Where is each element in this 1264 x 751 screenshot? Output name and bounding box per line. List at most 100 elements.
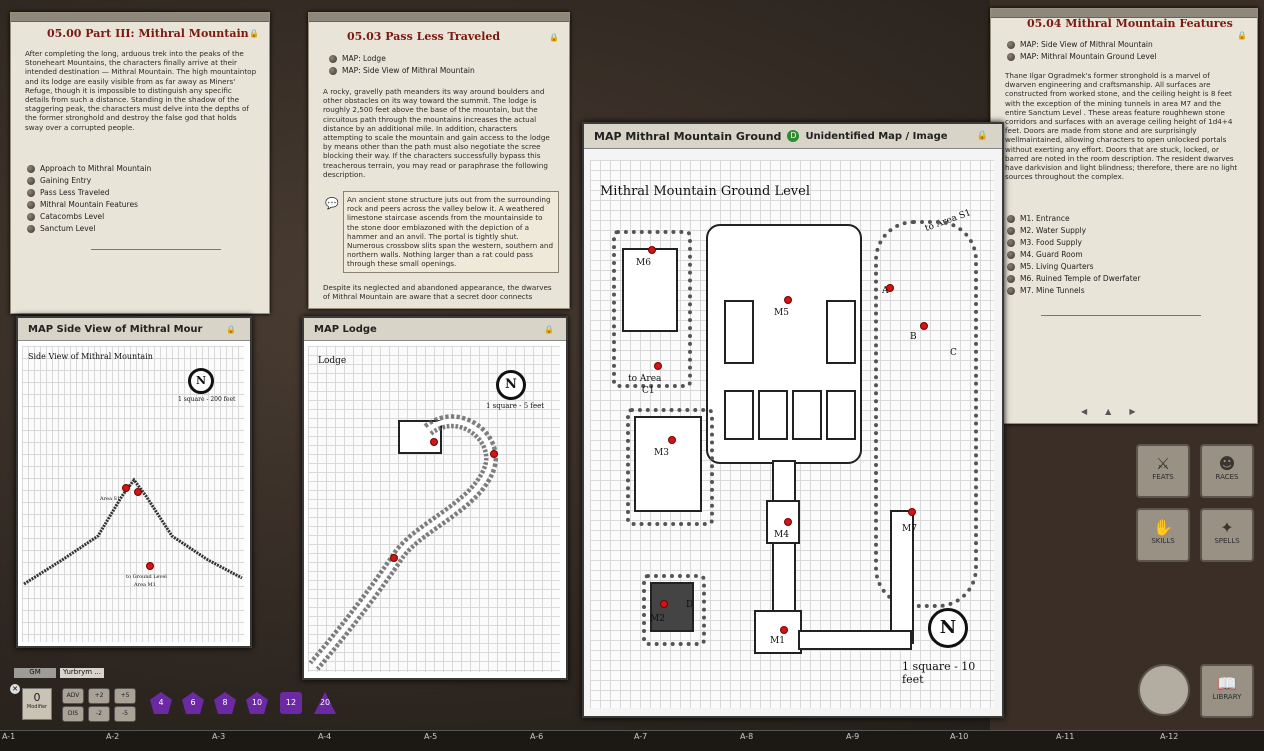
map-header-title: MAP Lodge [314,323,377,335]
area-link[interactable]: M4. Guard Room [1007,250,1140,259]
map-pin[interactable] [660,600,668,608]
sidebar-button-skills[interactable]: ✋ SKILLS [1136,508,1190,562]
map-pin[interactable] [490,450,498,458]
area-label: M5 [774,308,789,318]
link-bullet-icon [1007,238,1015,247]
nav-up-icon[interactable]: ▲ [1105,407,1111,416]
story-link[interactable]: Pass Less Traveled [27,188,151,197]
map-scale: 1 square - 10 feet [902,660,976,686]
map-header[interactable]: MAP Lodge 🔒 [304,318,566,341]
modifier-label: Modifier [26,704,48,710]
lock-icon[interactable]: 🔒 [544,325,554,334]
map-pin[interactable] [134,488,142,496]
chat-tab-user[interactable]: Yurbrym ... [60,668,104,678]
dis-button[interactable]: DIS [62,706,84,722]
close-icon[interactable]: ✕ [10,684,20,694]
map-pin[interactable] [780,626,788,634]
spells-icon: ✦ [1220,518,1234,537]
grid-col-label: A-4 [318,732,332,741]
adv-button[interactable]: ADV [62,688,84,704]
map-header-title: MAP Side View of Mithral Mour [28,323,203,335]
plus2-button[interactable]: +2 [88,688,110,704]
panel-topbar[interactable] [11,13,269,22]
area-link[interactable]: M2. Water Supply [1007,226,1140,235]
map-link[interactable]: MAP: Mithral Mountain Ground Level [1007,52,1157,61]
map-pin[interactable] [648,246,656,254]
panel-topbar[interactable] [309,13,569,22]
tokens-button[interactable] [1138,664,1190,716]
map-label: to Ground Level [126,574,167,580]
link-bullet-icon [1007,262,1015,271]
map-pin[interactable] [668,436,676,444]
area-link[interactable]: M3. Food Supply [1007,238,1140,247]
link-bullet-icon [1007,274,1015,283]
area-label: M2 [650,614,665,624]
map-link[interactable]: MAP: Side View of Mithral Mountain [1007,40,1157,49]
map-pin[interactable] [920,322,928,330]
room-inner [724,300,754,364]
panel-body: After completing the long, arduous trek … [25,49,257,132]
map-pin[interactable] [908,508,916,516]
grid-col-label: A-5 [424,732,438,741]
sidebar-button-spells[interactable]: ✦ SPELLS [1200,508,1254,562]
plus5-button[interactable]: +5 [114,688,136,704]
map-image[interactable]: Side View of Mithral Mountain N 1 square… [22,346,244,642]
lock-icon[interactable]: 🔒 [226,325,236,334]
modifier-box[interactable]: 0 Modifier [22,688,52,720]
grid-col-label: A-3 [212,732,226,741]
map-pin[interactable] [122,484,130,492]
d12-die-icon[interactable]: 12 [280,692,302,714]
map-pin[interactable] [146,562,154,570]
area-label: M3 [654,448,669,458]
story-link[interactable]: Catacombs Level [27,212,151,221]
story-panel-pass: 05.03 Pass Less Traveled 🔒 MAP: Lodge MA… [308,12,570,309]
room-inner [826,390,856,440]
map-header[interactable]: MAP Side View of Mithral Mour 🔒 [18,318,250,341]
speech-bubble-icon[interactable]: 💬 [325,197,339,210]
lock-icon[interactable]: 🔒 [549,33,559,42]
story-links: Approach to Mithral Mountain Gaining Ent… [27,161,151,236]
map-pin[interactable] [654,362,662,370]
lock-icon[interactable]: 🔒 [1237,31,1247,40]
story-link[interactable]: Approach to Mithral Mountain [27,164,151,173]
story-panel-main: 05.00 Part III: Mithral Mountain 🔒 After… [10,12,270,314]
map-link[interactable]: MAP: Lodge [329,54,475,63]
story-link[interactable]: Sanctum Level [27,224,151,233]
minus5-button[interactable]: -5 [114,706,136,722]
area-link[interactable]: M7. Mine Tunnels [1007,286,1140,295]
divider [91,249,221,250]
map-pin[interactable] [390,554,398,562]
map-image[interactable]: Lodge N 1 square - 5 feet [308,346,560,672]
nav-prev-icon[interactable]: ◀ [1081,407,1087,416]
lock-icon[interactable]: 🔒 [249,29,259,38]
story-link[interactable]: Mithral Mountain Features [27,200,151,209]
sidebar-button-feats[interactable]: ⚔ FEATS [1136,444,1190,498]
grid-coordinate-bar [0,730,1264,751]
area-link[interactable]: M5. Living Quarters [1007,262,1140,271]
sidebar-button-library[interactable]: 📖 LIBRARY [1200,664,1254,718]
area-link[interactable]: M6. Ruined Temple of Dwerfater [1007,274,1140,283]
chat-tab-gm[interactable]: GM [14,668,56,678]
link-bullet-icon [329,66,337,75]
area-links: M1. Entrance M2. Water Supply M3. Food S… [1007,211,1140,298]
map-pin[interactable] [784,518,792,526]
nav-next-icon[interactable]: ▶ [1129,407,1135,416]
map-pin[interactable] [430,438,438,446]
map-pin[interactable] [784,296,792,304]
identified-badge-icon[interactable]: D [787,130,800,142]
panel-title: 05.00 Part III: Mithral Mountain [47,27,249,40]
map-link[interactable]: MAP: Side View of Mithral Mountain [329,66,475,75]
map-header[interactable]: MAP Mithral Mountain Ground D Unidentifi… [584,124,1002,149]
grid-col-label: A-7 [634,732,648,741]
map-image[interactable]: Mithral Mountain Ground Level to Area S1… [590,160,994,708]
story-link[interactable]: Gaining Entry [27,176,151,185]
lock-icon[interactable]: 🔒 [977,131,988,141]
minus2-button[interactable]: -2 [88,706,110,722]
story-panel-features: 05.04 Mithral Mountain Features 🔒 MAP: S… [990,8,1258,424]
area-label: M7 [902,524,917,534]
sidebar-button-races[interactable]: ☻ RACES [1200,444,1254,498]
area-link[interactable]: M1. Entrance [1007,214,1140,223]
corridor-south [772,460,796,634]
room-m1 [754,610,802,654]
map-pin[interactable] [886,284,894,292]
